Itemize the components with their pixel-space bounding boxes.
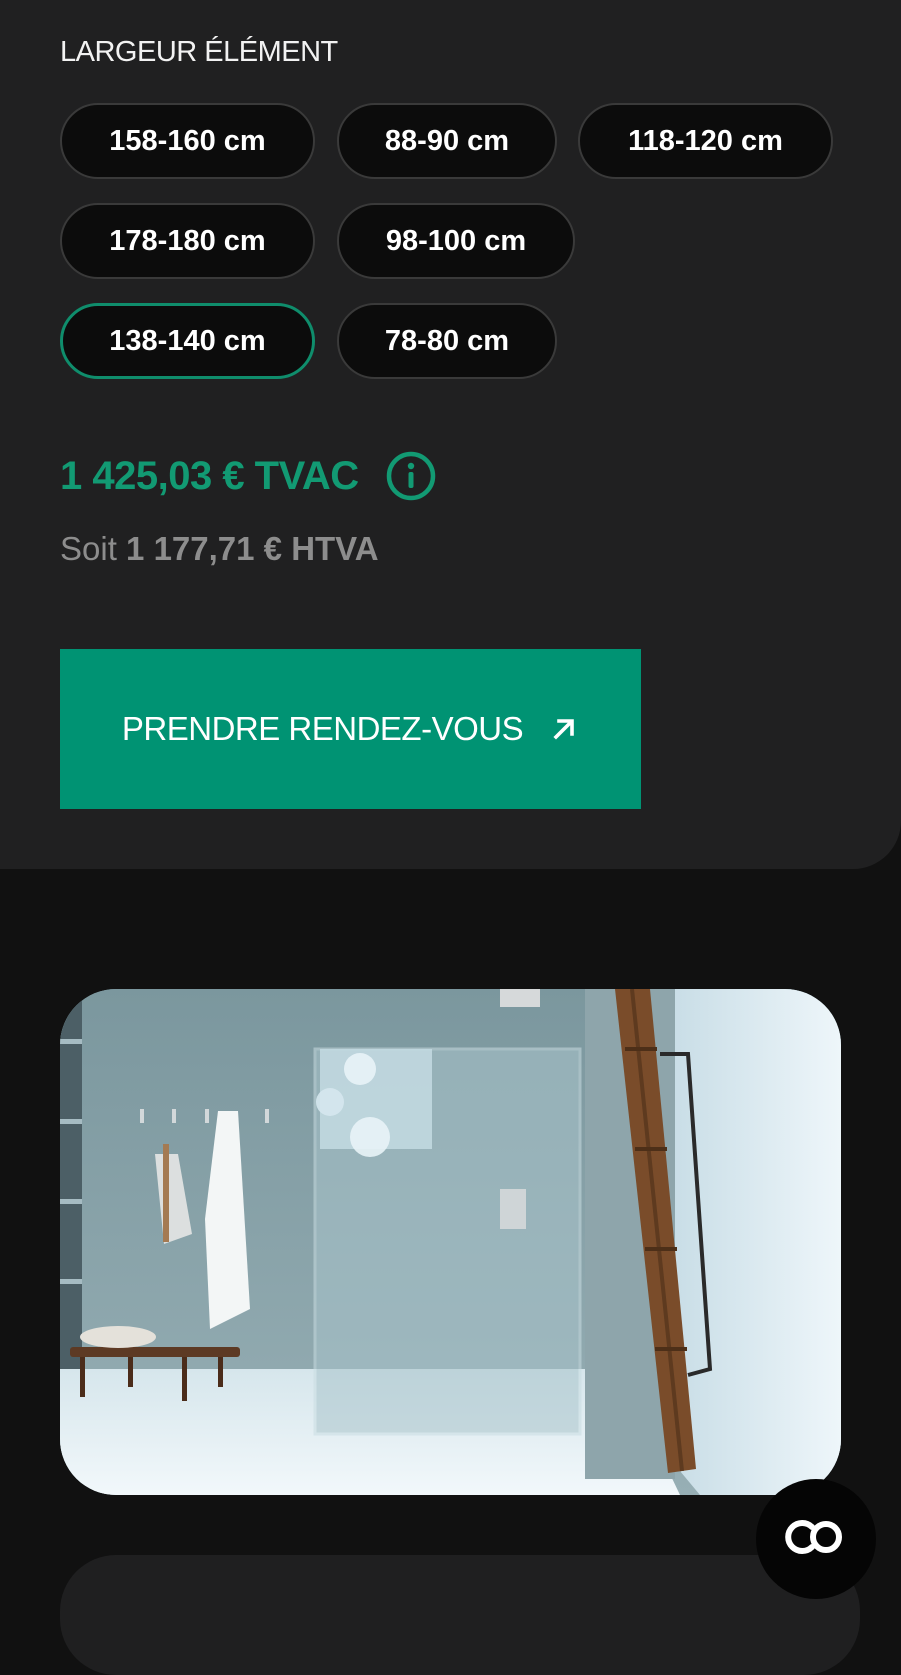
price-htva-prefix: Soit: [60, 530, 117, 567]
price-tvac: 1 425,03 € TVAC: [60, 450, 437, 502]
arrow-up-right-icon: [549, 714, 579, 744]
option-pill-label: 158-160 cm: [109, 124, 266, 157]
option-pill-label: 178-180 cm: [109, 224, 266, 257]
next-section-card: [60, 1555, 860, 1675]
product-photo-walk-in-shower: [60, 989, 841, 1495]
chat-launcher-button[interactable]: [756, 1479, 876, 1599]
book-appointment-button[interactable]: PRENDRE RENDEZ-VOUS: [60, 649, 641, 809]
option-pill-98-100[interactable]: 98-100 cm: [337, 203, 575, 279]
option-pill-158-160[interactable]: 158-160 cm: [60, 103, 315, 179]
price-htva: Soit 1 177,71 € HTVA: [60, 530, 379, 568]
option-pill-label: 118-120 cm: [628, 124, 783, 157]
option-pill-88-90[interactable]: 88-90 cm: [337, 103, 557, 179]
option-pill-178-180[interactable]: 178-180 cm: [60, 203, 315, 279]
option-pill-label: 78-80 cm: [384, 324, 510, 357]
option-pill-78-80[interactable]: 78-80 cm: [337, 303, 557, 379]
option-pill-label: 138-140 cm: [109, 324, 266, 357]
product-options-panel: LARGEUR ÉLÉMENT 158-160 cm 88-90 cm 118-…: [0, 0, 901, 869]
price-htva-value: 1 177,71 € HTVA: [126, 530, 379, 567]
option-pill-label: 98-100 cm: [385, 224, 527, 257]
co-logo-icon: [784, 1517, 848, 1562]
info-circle-icon[interactable]: [385, 450, 437, 502]
option-pill-138-140-selected[interactable]: 138-140 cm: [60, 303, 315, 379]
option-pill-label: 88-90 cm: [384, 124, 510, 157]
option-pill-118-120[interactable]: 118-120 cm: [578, 103, 833, 179]
shower-scene-illustration: [60, 989, 841, 1495]
section-label: LARGEUR ÉLÉMENT: [60, 36, 338, 68]
price-tvac-value: 1 425,03 € TVAC: [60, 453, 359, 498]
book-appointment-label: PRENDRE RENDEZ-VOUS: [121, 710, 524, 747]
